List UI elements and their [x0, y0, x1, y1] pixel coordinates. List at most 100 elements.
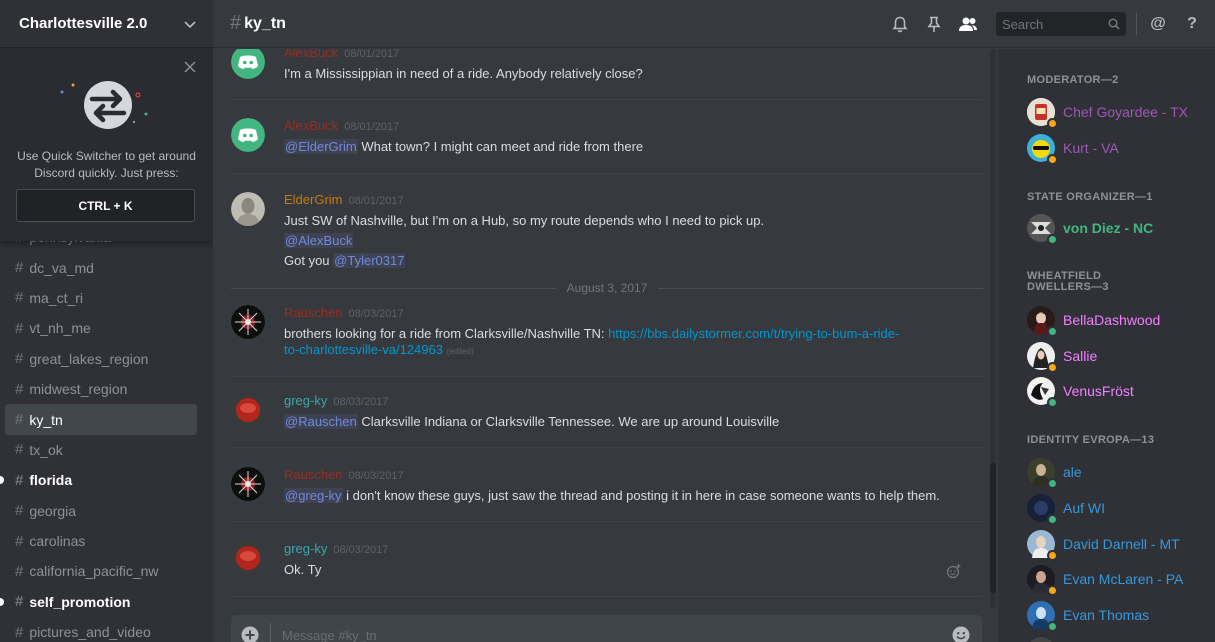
message-text: Got you — [284, 253, 330, 268]
members-icon[interactable] — [957, 13, 979, 35]
message-username[interactable]: greg-ky — [284, 393, 327, 408]
server-header[interactable]: Charlottesville 2.0 — [0, 0, 213, 48]
message-text: Ok. Ty — [284, 562, 322, 577]
avatar[interactable] — [231, 467, 265, 501]
message-username[interactable]: AlexBuck — [284, 118, 338, 133]
hash-icon: # — [15, 532, 24, 550]
message-username[interactable]: greg-ky — [284, 541, 327, 556]
channel-self-promotion[interactable]: # self_promotion — [0, 587, 197, 617]
message-content: greg-ky 08/03/2017 Ok. Ty — [284, 541, 983, 578]
user-mention[interactable]: @ElderGrim — [284, 139, 358, 154]
avatar[interactable] — [231, 541, 265, 575]
avatar — [1027, 134, 1058, 165]
member-item[interactable]: Kurt - VA — [1027, 131, 1207, 165]
channel-label: california_pacific_nw — [29, 563, 159, 580]
avatar — [1027, 637, 1055, 642]
channel-pictures-and-video[interactable]: # pictures_and_video — [5, 617, 197, 642]
message-username[interactable]: Rauschen — [284, 305, 343, 320]
channel-label: florida — [29, 472, 73, 489]
hash-icon: # — [230, 12, 242, 34]
avatar — [1027, 306, 1058, 337]
member-item[interactable]: Sallie — [1027, 339, 1207, 373]
member-name: Sallie — [1063, 348, 1098, 364]
upload-plus-icon[interactable] — [241, 626, 259, 642]
channel-carolinas[interactable]: # carolinas — [5, 526, 197, 556]
channel-florida[interactable]: # florida — [0, 465, 197, 495]
help-button[interactable]: ? — [1181, 13, 1203, 35]
hash-icon: # — [15, 593, 24, 611]
avatar[interactable] — [231, 49, 265, 79]
message-content: Rauschen 08/03/2017 brothers looking for … — [284, 305, 983, 360]
channel-georgia[interactable]: # georgia — [5, 496, 197, 526]
at-sign-icon: @ — [1150, 15, 1166, 32]
close-icon[interactable] — [184, 61, 196, 73]
user-mention[interactable]: @greg-ky — [284, 488, 343, 503]
channel-label: self_promotion — [29, 593, 131, 610]
user-mention[interactable]: @AlexBuck — [284, 233, 354, 248]
message-link[interactable]: https://bbs.dailystormer.com/t/trying-to… — [608, 326, 899, 341]
channel-great-lakes-region[interactable]: # great_lakes_region — [5, 344, 197, 374]
member-name: David Darnell - MT — [1063, 536, 1180, 552]
member-group-title: MODERATOR—2 — [1027, 74, 1119, 86]
channel-dc-va-md[interactable]: # dc_va_md — [5, 252, 197, 282]
channel-midwest-region[interactable]: # midwest_region — [5, 374, 197, 404]
server-name: Charlottesville 2.0 — [19, 15, 148, 32]
message-timestamp: 08/03/2017 — [333, 544, 389, 556]
scrollbar-thumb[interactable] — [990, 463, 996, 593]
channel-vt-nh-me[interactable]: # vt_nh_me — [5, 313, 197, 343]
bell-icon[interactable] — [889, 13, 911, 35]
search-input[interactable]: Search — [996, 12, 1126, 36]
channel-ma-ct-ri[interactable]: # ma_ct_ri — [5, 283, 197, 313]
date-divider: August 3, 2017 — [231, 281, 984, 295]
channel-ky-tn[interactable]: # ky_tn — [5, 404, 197, 435]
member-item[interactable]: David Darnell - MT — [1027, 527, 1207, 561]
member-item[interactable]: von Diez - NC — [1027, 211, 1207, 245]
member-name: Chef Goyardee - TX — [1063, 104, 1189, 120]
member-item[interactable]: Chef Goyardee - TX — [1027, 95, 1207, 129]
avatar[interactable] — [231, 393, 265, 427]
user-mention[interactable]: @Tyler0317 — [333, 253, 406, 268]
message-username[interactable]: ElderGrim — [284, 192, 343, 207]
message-username[interactable]: Rauschen — [284, 467, 343, 482]
emoji-icon[interactable] — [952, 626, 970, 642]
avatar — [1027, 377, 1058, 408]
hash-icon: # — [15, 562, 24, 580]
hash-icon: # — [15, 350, 24, 368]
quick-switcher-text: Use Quick Switcher to get around Discord… — [0, 148, 213, 182]
message-input[interactable] — [282, 624, 922, 642]
message-separator — [231, 596, 983, 597]
avatar — [1027, 601, 1058, 632]
channel-label: tx_ok — [29, 441, 63, 458]
mentions-button[interactable]: @ — [1147, 13, 1169, 35]
member-item[interactable]: Auf WI — [1027, 491, 1207, 525]
message-text: Clarksville Indiana or Clarksville Tenne… — [361, 414, 780, 429]
quick-switcher-line1: Use Quick Switcher to get around — [17, 149, 196, 163]
channel-california-pacific-nw[interactable]: # california_pacific_nw — [5, 556, 197, 586]
message-username[interactable]: AlexBuck — [284, 49, 338, 60]
user-mention[interactable]: @Rauschen — [284, 414, 358, 429]
hash-icon: # — [15, 502, 24, 520]
member-item[interactable]: Evan McLaren - PA — [1027, 562, 1207, 596]
message-scrollbar[interactable] — [988, 49, 998, 609]
member-item[interactable]: ale — [1027, 455, 1207, 489]
member-item[interactable]: BellaDashwood — [1027, 303, 1207, 337]
pin-icon[interactable] — [923, 13, 945, 35]
message-composer — [231, 615, 982, 642]
avatar[interactable] — [231, 118, 265, 152]
message-list: AlexBuck 08/01/2017 I'm a Mississippian i… — [213, 49, 987, 609]
member-item[interactable]: Evan Thomas — [1027, 598, 1207, 632]
channel-label: pictures_and_video — [29, 624, 151, 641]
avatar[interactable] — [231, 192, 265, 226]
discord-app: #pennsylvania #dc_va_md #ma_ct_ri #vt_nh… — [0, 0, 1215, 642]
add-reaction-icon[interactable] — [946, 563, 962, 579]
composer-divider — [270, 623, 271, 642]
message-link-continued[interactable]: to-charlottesville-va/124963 — [284, 342, 443, 357]
channel-label: ma_ct_ri — [29, 289, 84, 306]
channel-tx-ok[interactable]: # tx_ok — [5, 435, 197, 465]
avatar[interactable] — [231, 305, 265, 339]
member-item[interactable]: VenusFröst — [1027, 374, 1207, 408]
message-separator — [231, 521, 983, 522]
message-timestamp: 08/03/2017 — [348, 308, 404, 320]
member-item[interactable] — [1027, 634, 1207, 642]
swap-arrows-icon — [60, 81, 148, 129]
